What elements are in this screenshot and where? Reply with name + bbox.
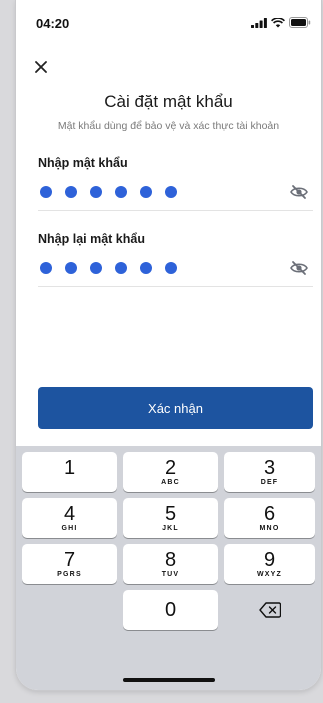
close-icon <box>35 61 47 73</box>
password-dot <box>65 262 77 274</box>
battery-icon <box>289 17 311 28</box>
confirm-button[interactable]: Xác nhận <box>38 387 313 429</box>
key-blank <box>22 590 117 630</box>
eye-off-icon[interactable] <box>289 184 309 200</box>
backspace-key[interactable] <box>224 590 315 630</box>
key-7[interactable]: 7 PGRS <box>22 544 117 584</box>
key-number: 8 <box>164 548 177 571</box>
close-button[interactable] <box>30 56 52 78</box>
key-letters: TUV <box>161 570 180 578</box>
phone-screen: 04:20 Cài đặt mật khẩu Mật khẩu dùng để … <box>16 0 321 690</box>
status-icons <box>251 17 311 28</box>
confirm-password-label: Nhập lại mật khẩu <box>38 232 145 246</box>
key-letters: ABC <box>161 478 180 486</box>
password-dot <box>165 262 177 274</box>
password-dot <box>165 186 177 198</box>
confirm-password-input[interactable] <box>40 262 177 274</box>
key-2[interactable]: 2 ABC <box>123 452 218 492</box>
password-input[interactable] <box>40 186 177 198</box>
password-dot <box>40 262 52 274</box>
password-label: Nhập mật khẩu <box>38 156 128 170</box>
password-dot <box>90 262 102 274</box>
divider <box>38 210 313 211</box>
key-number: 4 <box>63 502 76 525</box>
signal-icon <box>251 17 267 28</box>
status-time: 04:20 <box>36 16 70 31</box>
eye-off-icon[interactable] <box>289 260 309 276</box>
password-dot <box>140 262 152 274</box>
key-letters: WXYZ <box>256 570 283 578</box>
key-number: 5 <box>164 502 177 525</box>
backspace-icon <box>258 602 281 618</box>
key-letters: GHI <box>61 524 78 532</box>
key-number: 7 <box>63 548 76 571</box>
page-title: Cài đặt mật khẩu <box>104 92 233 111</box>
password-dot <box>140 186 152 198</box>
key-3[interactable]: 3 DEF <box>224 452 315 492</box>
key-1[interactable]: 1 <box>22 452 117 492</box>
key-number: 9 <box>263 548 276 571</box>
password-dot <box>90 186 102 198</box>
key-4[interactable]: 4 GHI <box>22 498 117 538</box>
key-8[interactable]: 8 TUV <box>123 544 218 584</box>
password-dot <box>40 186 52 198</box>
key-number: 3 <box>263 456 276 479</box>
key-letters: PGRS <box>57 570 82 578</box>
key-letters: MNO <box>259 524 280 532</box>
key-6[interactable]: 6 MNO <box>224 498 315 538</box>
key-9[interactable]: 9 WXYZ <box>224 544 315 584</box>
numeric-keypad: 1 2 ABC 3 DEF 4 GHI 5 JKL 6 MNO 7 PGRS 8 <box>16 446 321 690</box>
key-number: 1 <box>63 456 76 479</box>
key-0[interactable]: 0 <box>123 590 218 630</box>
page-subtitle: Mật khẩu dùng để bảo vệ và xác thực tài … <box>57 120 280 132</box>
status-bar: 04:20 <box>16 0 321 44</box>
key-letters: DEF <box>260 478 279 486</box>
key-number: 6 <box>263 502 276 525</box>
key-number: 0 <box>164 599 177 621</box>
home-indicator <box>123 678 215 682</box>
password-dot <box>115 186 127 198</box>
wifi-icon <box>271 17 285 27</box>
divider <box>38 286 313 287</box>
key-number: 2 <box>164 456 177 479</box>
password-dot <box>65 186 77 198</box>
key-5[interactable]: 5 JKL <box>123 498 218 538</box>
password-dot <box>115 262 127 274</box>
key-letters: JKL <box>162 524 179 532</box>
